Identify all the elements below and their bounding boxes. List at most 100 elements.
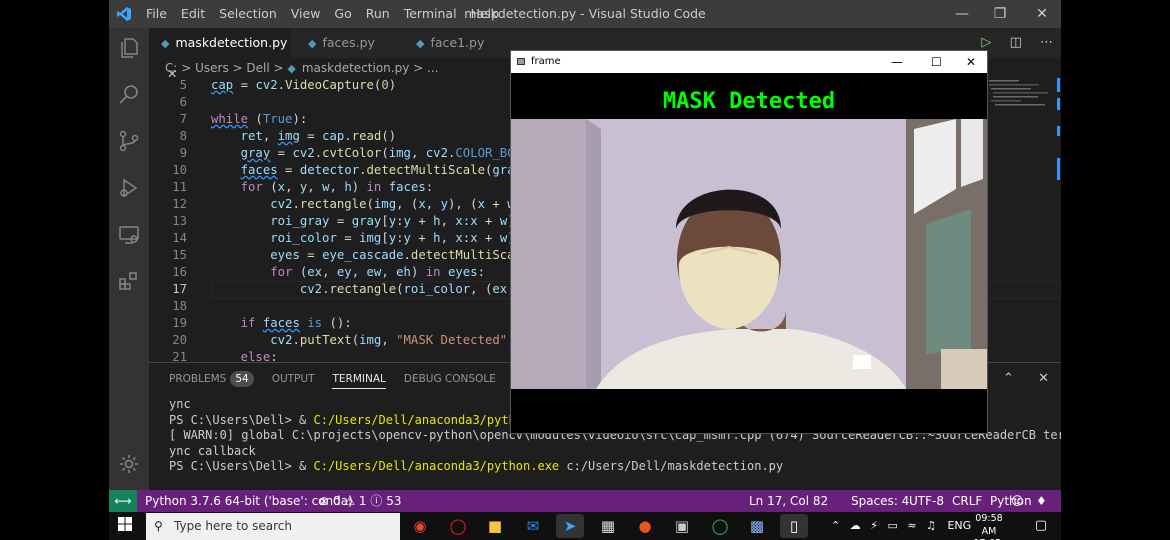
maximize-panel-icon[interactable]: ⌃ <box>1003 371 1014 386</box>
python-file-icon: ◆ <box>287 62 296 75</box>
python-file-icon: ◆ <box>161 37 170 50</box>
mask-detected-label: MASK Detected <box>662 89 836 114</box>
cloud-icon[interactable]: ☁ <box>850 519 861 532</box>
indentation[interactable]: Spaces: 4 <box>851 490 909 512</box>
tab-faces[interactable]: ◆ faces.py <box>296 28 406 58</box>
windows-taskbar: ⚲ Type here to search ◉ ◯ ■ ✉ ➤ ▦ ● ▣ ◯ … <box>109 512 1061 540</box>
tab-maskdetection[interactable]: ◆ maskdetection.py ✕ <box>149 28 291 81</box>
menu-view[interactable]: View <box>284 0 328 28</box>
volume-icon[interactable]: ♫ <box>926 519 936 532</box>
ubuntu-icon[interactable]: ● <box>631 514 659 538</box>
source-control-icon[interactable] <box>117 129 141 153</box>
breadcrumb-drive[interactable]: C: <box>165 61 177 75</box>
problems-count-badge: 54 <box>230 371 254 387</box>
search-icon: ⚲ <box>154 519 163 533</box>
code-line: while (True): <box>211 112 308 126</box>
code-line: if faces is (): <box>240 316 352 330</box>
menu-run[interactable]: Run <box>359 0 397 28</box>
opera-icon[interactable]: ◯ <box>444 514 472 538</box>
extensions-icon[interactable] <box>117 269 141 293</box>
menu-terminal[interactable]: Terminal <box>397 0 464 28</box>
close-button[interactable]: ✕ <box>1019 0 1061 28</box>
explorer-icon[interactable] <box>117 36 141 60</box>
search-icon[interactable] <box>117 83 141 107</box>
taskbar-clock[interactable]: 09:58 AM 17-05-2020 <box>969 513 1009 540</box>
code-line: else: <box>240 350 278 362</box>
more-actions-icon[interactable]: ⋯ <box>1040 35 1053 50</box>
clock-time: 09:58 AM <box>975 513 1003 537</box>
split-editor-icon[interactable]: ◫ <box>1010 35 1022 50</box>
code-line: gray = cv2.cvtColor(img, cv2.COLOR_BGR2G <box>240 146 537 160</box>
breadcrumb-users[interactable]: Users <box>195 61 229 75</box>
calculator-icon[interactable]: ▦ <box>594 514 622 538</box>
tab-label: face1.py <box>430 35 485 50</box>
tab-output[interactable]: OUTPUT <box>272 363 315 395</box>
feedback-icon[interactable]: ☺ <box>1011 490 1024 512</box>
network-icon[interactable]: ≈ <box>907 519 916 532</box>
tab-terminal[interactable]: TERMINAL <box>332 363 387 395</box>
end-of-line[interactable]: CRLF <box>952 490 982 512</box>
code-line: roi_gray = gray[y:y + h, x:x + w] <box>270 214 514 228</box>
tray-chevron-icon[interactable]: ⌃ <box>831 519 840 532</box>
breadcrumb-symbol[interactable]: ... <box>427 61 438 75</box>
menu-edit[interactable]: Edit <box>174 0 212 28</box>
chrome-icon[interactable]: ◉ <box>406 514 434 538</box>
minimap[interactable] <box>989 78 1049 118</box>
opencv-frame-window[interactable]: frame — ☐ ✕ MASK Detected <box>510 50 988 434</box>
battery-icon[interactable]: ▭ <box>887 519 897 532</box>
line-number: 17 <box>172 282 187 296</box>
status-bar: ⟷ Python 3.7.6 64-bit ('base': conda) ⊗ … <box>109 490 1061 512</box>
breadcrumb-dell[interactable]: Dell <box>246 61 269 75</box>
tab-problems[interactable]: PROBLEMS 54 <box>169 363 254 395</box>
vscode-taskbar-icon[interactable]: ➤ <box>556 514 584 538</box>
menu-go[interactable]: Go <box>327 0 358 28</box>
line-number: 18 <box>172 299 187 313</box>
python-app-icon[interactable]: ▩ <box>743 514 771 538</box>
usb-icon[interactable]: ⚡ <box>870 519 878 532</box>
line-number: 14 <box>172 231 187 245</box>
problems-status[interactable]: ⊗ 0 ⚠ 1 ⓘ 53 <box>319 490 401 512</box>
line-number: 20 <box>172 333 187 347</box>
menu-help[interactable]: Help <box>464 0 507 28</box>
input-language[interactable]: ENG <box>947 519 971 532</box>
search-placeholder: Type here to search <box>174 519 292 533</box>
document-icon[interactable]: ▯ <box>780 514 808 538</box>
mail-icon[interactable]: ✉ <box>519 514 547 538</box>
tab-face1[interactable]: ◆ face1.py <box>404 28 514 58</box>
remote-explorer-icon[interactable] <box>117 223 141 247</box>
action-center-icon[interactable]: ▢ <box>1027 514 1055 538</box>
spinner-app-icon[interactable]: ◯ <box>706 514 734 538</box>
scrollbar-markers[interactable] <box>1057 78 1060 188</box>
line-number: 16 <box>172 265 187 279</box>
remote-indicator-icon[interactable]: ⟷ <box>109 490 137 512</box>
run-debug-icon[interactable] <box>117 176 141 200</box>
settings-gear-icon[interactable] <box>117 452 141 476</box>
encoding[interactable]: UTF-8 <box>909 490 944 512</box>
windows-start-icon[interactable] <box>115 516 135 536</box>
file-explorer-icon[interactable]: ■ <box>481 514 509 538</box>
menu-file[interactable]: File <box>139 0 174 28</box>
title-bar: File Edit Selection View Go Run Terminal… <box>109 0 1061 28</box>
code-line: cv2.rectangle(roi_color, (ex, ey <box>299 282 537 296</box>
close-panel-icon[interactable]: ✕ <box>1038 371 1049 386</box>
activity-bar <box>109 28 149 490</box>
python-file-icon: ◆ <box>308 37 317 50</box>
code-line: cv2.rectangle(img, (x, y), (x + w, y <box>270 197 537 211</box>
frame-minimize-button[interactable]: — <box>891 51 903 73</box>
restore-button[interactable]: ❐ <box>977 0 1023 28</box>
terminal-line: PS C:\Users\Dell> & C:/Users/Dell/anacon… <box>169 459 784 473</box>
cursor-position[interactable]: Ln 17, Col 82 <box>749 490 828 512</box>
frame-title-bar: frame — ☐ ✕ <box>511 51 987 73</box>
line-number: 9 <box>179 146 187 160</box>
notifications-bell-icon[interactable]: ♦ <box>1036 490 1047 512</box>
code-line: roi_color = img[y:y + h, x:x + w] <box>270 231 514 245</box>
run-file-icon[interactable]: ▷ <box>981 35 991 50</box>
store-icon[interactable]: ▣ <box>668 514 696 538</box>
frame-close-button[interactable]: ✕ <box>966 51 976 73</box>
vscode-logo-icon <box>109 6 139 22</box>
tab-debug-console[interactable]: DEBUG CONSOLE <box>404 363 496 395</box>
breadcrumb-file[interactable]: maskdetection.py <box>302 61 409 75</box>
frame-maximize-button[interactable]: ☐ <box>931 51 942 73</box>
taskbar-search-box[interactable]: ⚲ Type here to search <box>146 513 400 540</box>
menu-selection[interactable]: Selection <box>212 0 284 28</box>
